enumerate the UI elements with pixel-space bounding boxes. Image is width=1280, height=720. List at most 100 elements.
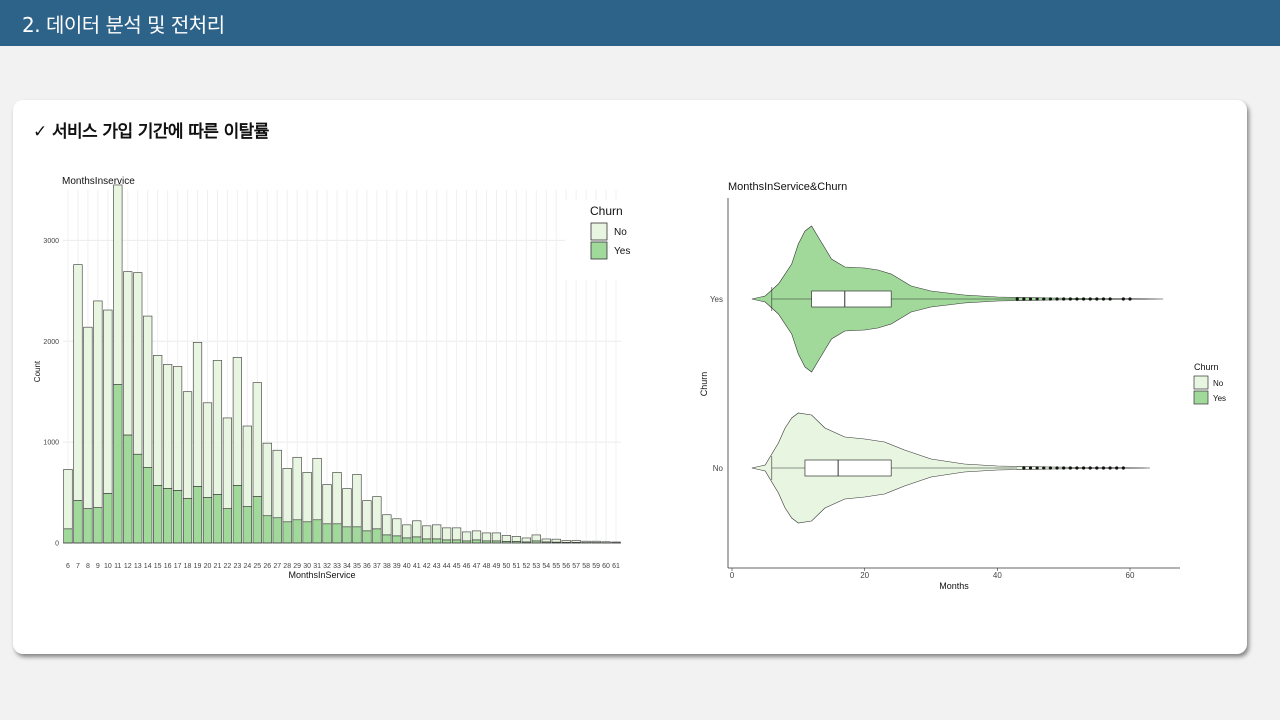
bar-no: [382, 514, 392, 536]
x-tick-label: 43: [433, 563, 441, 570]
bar-yes: [531, 540, 541, 544]
bar-no: [461, 531, 472, 542]
bar-yes: [432, 538, 442, 544]
bar-no: [163, 364, 173, 489]
bar-no: [571, 540, 581, 543]
bar-yes: [262, 515, 272, 544]
bar-no: [352, 474, 362, 528]
bar-yes: [392, 535, 402, 544]
y-tick-label: 0: [55, 541, 59, 548]
bar-yes: [282, 521, 292, 544]
bar-yes: [113, 384, 123, 544]
bar-no: [292, 456, 302, 521]
bar-no: [372, 496, 382, 530]
bar-yes: [382, 534, 392, 544]
bar-no: [491, 532, 502, 542]
x-tick-label: 21: [214, 563, 222, 570]
outlier-point: [1121, 466, 1125, 470]
header-bar: 2. 데이터 분석 및 전처리: [0, 0, 1280, 46]
outlier-point: [1062, 297, 1066, 301]
x-tick-label: 20: [204, 563, 212, 570]
x-tick-label: 55: [552, 563, 560, 570]
legend-swatch-yes: [590, 241, 608, 260]
section-title: ✓ 서비스 가입 기간에 따른 이탈률: [33, 122, 269, 142]
x-tick-label: 30: [303, 563, 311, 570]
bar-yes: [332, 523, 342, 544]
bar-yes: [452, 539, 462, 544]
x-tick-label: 61: [612, 563, 620, 570]
x-tick-label: 0: [730, 571, 735, 580]
bar-no: [133, 272, 143, 455]
bar-no: [481, 532, 492, 542]
outlier-point: [1068, 466, 1072, 470]
bar-yes: [222, 508, 232, 544]
bar-yes: [63, 528, 73, 544]
legend-title: Churn: [1194, 362, 1219, 372]
y-tick-label: No: [713, 464, 724, 473]
x-tick-label: 48: [483, 563, 491, 570]
outlier-point: [1048, 466, 1052, 470]
bar-no: [432, 524, 442, 540]
bar-no: [342, 488, 352, 528]
box-no: [804, 459, 892, 477]
outlier-point: [1088, 297, 1092, 301]
content-card: ✓ 서비스 가입 기간에 따른 이탈률 6 7 8 9 10 11 12 13 14 15 16 17…: [13, 100, 1247, 654]
bar-no: [511, 536, 521, 542]
bar-yes: [103, 493, 113, 544]
bar-no: [561, 540, 571, 543]
outlier-point: [1022, 297, 1026, 301]
x-tick-label: 45: [453, 563, 461, 570]
bar-no: [83, 326, 93, 510]
x-tick-label: 14: [144, 563, 152, 570]
bar-no: [63, 469, 73, 530]
bar-no: [173, 366, 183, 491]
bar-no: [222, 417, 232, 510]
outlier-point: [1075, 297, 1079, 301]
bar-yes: [302, 521, 312, 544]
bar-no: [182, 391, 193, 499]
bar-no: [442, 527, 452, 541]
bar-no: [452, 527, 462, 541]
legend-label-no: No: [1213, 379, 1224, 388]
x-tick-label: 26: [263, 563, 271, 570]
bar-no: [392, 518, 402, 537]
bar-no: [362, 500, 372, 532]
bar-yes: [461, 540, 472, 544]
bar-yes: [292, 519, 302, 544]
x-tick-label: 22: [224, 563, 232, 570]
x-tick-label: 19: [194, 563, 202, 570]
x-tick-label: 60: [602, 563, 610, 570]
x-tick-label: 16: [164, 563, 172, 570]
bar-yes: [83, 508, 93, 544]
violin-chart: Yes No 0 20 40 60 MonthsInService&Churn Months C…: [699, 181, 1226, 591]
outlier-point: [1055, 466, 1059, 470]
legend-swatch-no: [590, 222, 608, 241]
bar-no: [332, 472, 342, 525]
x-tick-label: 31: [313, 563, 321, 570]
outlier-point: [1088, 466, 1092, 470]
bar-yes: [123, 434, 133, 544]
outlier-point: [1035, 466, 1039, 470]
outlier-point: [1115, 466, 1119, 470]
x-axis-label: Months: [939, 581, 969, 591]
x-tick-label: 6: [66, 563, 70, 570]
x-tick-label: 54: [542, 563, 550, 570]
bar-yes: [312, 519, 322, 544]
bar-no: [422, 525, 432, 540]
x-tick-label: 12: [124, 563, 132, 570]
bar-no: [262, 442, 272, 517]
legend-swatch-no: [1193, 375, 1209, 390]
chart-title: MonthsInService&Churn: [728, 181, 847, 193]
bar-no: [252, 382, 262, 497]
bar-yes: [242, 506, 252, 544]
x-tick-label: 8: [86, 563, 90, 570]
x-tick-label: 18: [184, 563, 192, 570]
bar-yes: [202, 497, 213, 544]
x-tick-label: 32: [323, 563, 331, 570]
bar-no: [153, 355, 163, 486]
x-tick-label: 47: [473, 563, 481, 570]
outlier-point: [1075, 466, 1079, 470]
outlier-point: [1101, 466, 1106, 470]
x-tick-label: 38: [383, 563, 391, 570]
bar-no: [312, 457, 322, 521]
